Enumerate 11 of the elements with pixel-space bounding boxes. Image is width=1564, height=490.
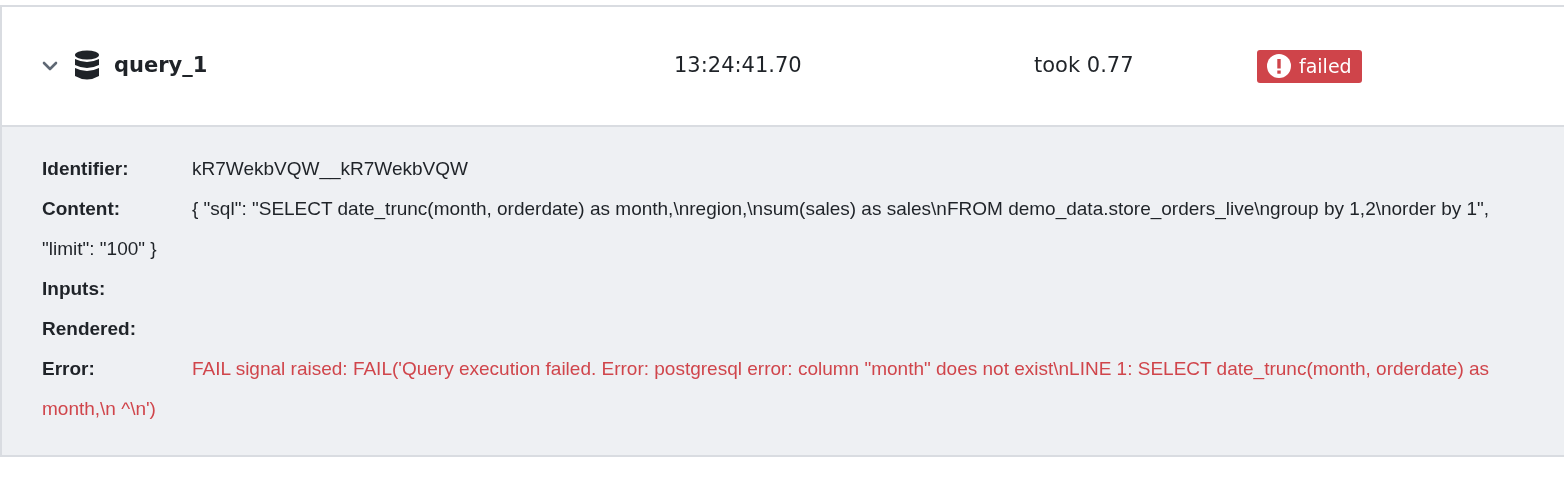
task-duration: took 0.77	[1034, 52, 1135, 80]
status-label: failed	[1299, 53, 1352, 79]
task-time: 13:24:41.70	[674, 52, 803, 80]
exclamation-icon	[1267, 54, 1291, 78]
detail-field: Rendered:	[42, 309, 1504, 349]
detail-field: Inputs:	[42, 269, 1504, 309]
detail-field: Content: { "sql": "SELECT date_trunc(month, orderdate) as month,\nregion,\nsum(sales) as sales\nFROM demo_data.store_orders_live\ngroup by 1,2\norder by 1", "limit": "100" }	[42, 189, 1504, 269]
database-icon	[74, 50, 100, 82]
task-name: query_1	[114, 52, 209, 80]
error-field: Error: FAIL signal raised: FAIL('Query execution failed. Error: postgresql error: column "month" does not exist\nLINE 1: SELECT date_trunc(month, orderdate) as month,\n ^\n')	[42, 349, 1504, 429]
detail-field: Identifier: kR7WekbVQW__kR7WekbVQW	[42, 149, 1504, 189]
